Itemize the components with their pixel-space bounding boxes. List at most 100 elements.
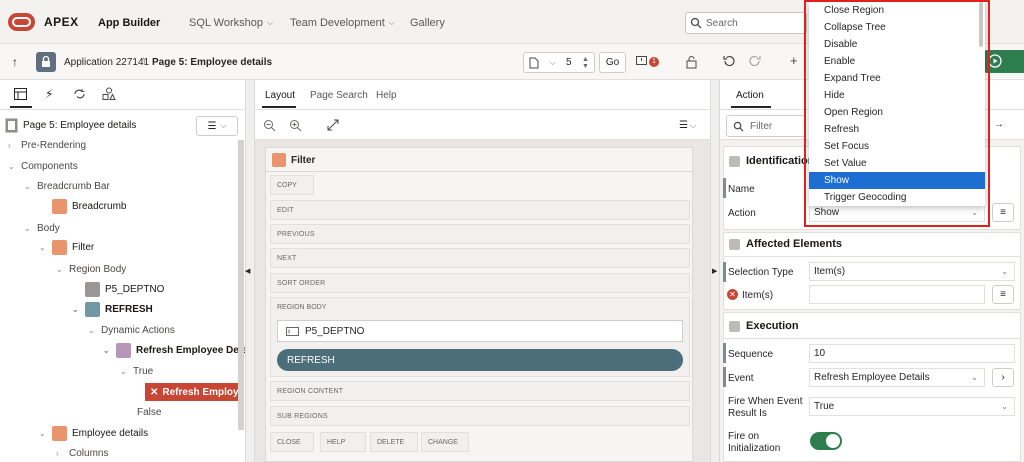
slot-previous[interactable]: PREVIOUS [270, 224, 690, 244]
arrow-up-icon[interactable]: ↑ [12, 55, 18, 69]
fire-when-select[interactable]: True ⌄ [809, 397, 1015, 416]
chevron-down-icon: ⌵ [266, 18, 274, 27]
chevron-down-icon: ⌄ [1001, 267, 1008, 276]
collapse-right-icon[interactable]: ▶ [712, 267, 717, 275]
tab-layout[interactable]: Layout [265, 90, 295, 101]
slot-delete[interactable]: DELETE [370, 432, 418, 452]
shared-components-icon[interactable] [102, 87, 116, 100]
chevron-down-icon[interactable]: ⌄ [88, 326, 96, 335]
chevron-down-icon[interactable]: ⌄ [24, 224, 32, 233]
property-filter-input[interactable]: Filter [726, 115, 806, 137]
tree-node-refresh-employee-details[interactable]: ⌄ Refresh Employee Details [103, 343, 259, 358]
zoom-in-icon[interactable] [289, 119, 302, 132]
stepper-icon[interactable]: ▲ ▼ [582, 56, 589, 70]
tree-node-body[interactable]: ⌄ Body [24, 223, 60, 234]
chevron-down-icon[interactable]: ⌄ [24, 182, 32, 191]
tree-node-breadcrumb[interactable]: Breadcrumb [52, 199, 126, 214]
zoom-out-icon[interactable] [263, 119, 276, 132]
slot-close[interactable]: CLOSE [270, 432, 314, 452]
create-button[interactable]: + [790, 53, 798, 68]
fire-on-initialization-toggle[interactable] [810, 432, 842, 450]
tree-node-columns[interactable]: › Columns [56, 448, 108, 459]
chevron-down-icon[interactable]: ⌄ [39, 429, 47, 438]
section-affected-header[interactable]: Affected Elements [729, 238, 842, 250]
action-options-button[interactable]: ≡ [992, 203, 1014, 222]
chevron-down-icon[interactable]: ⌄ [8, 162, 16, 171]
tree-node-true[interactable]: ⌄ True [120, 366, 153, 377]
chevron-down-icon[interactable]: ⌄ [72, 305, 80, 314]
apex-brand[interactable]: APEX [44, 15, 79, 29]
tree-node-breadcrumb-bar[interactable]: ⌄ Breadcrumb Bar [24, 181, 110, 192]
property-menu-icon[interactable]: → [994, 119, 1004, 130]
rendering-tab-icon[interactable] [14, 88, 27, 100]
collapse-checkbox[interactable] [729, 320, 740, 332]
collapse-left-icon[interactable]: ◀ [245, 267, 250, 275]
go-button[interactable]: Go [599, 52, 626, 73]
tree-node-components[interactable]: ⌄ Components [8, 161, 78, 172]
slot-next[interactable]: NEXT [270, 248, 690, 268]
event-go-button[interactable]: › [992, 368, 1014, 387]
tree-scrollbar[interactable] [238, 140, 244, 430]
page-selector[interactable]: ⌵ 5 ▲ ▼ [523, 52, 595, 73]
tree-node-false[interactable]: False [137, 407, 161, 418]
layout-menu-button[interactable]: ☰ ⌵ [679, 120, 696, 131]
tab-help[interactable]: Help [376, 90, 397, 101]
chevron-right-icon[interactable]: › [56, 449, 64, 458]
nav-sql-workshop[interactable]: SQL Workshop ⌵ [189, 17, 273, 29]
item-p5-deptno[interactable]: P5_DEPTNO [277, 320, 683, 342]
items-input[interactable] [809, 285, 985, 304]
expand-icon[interactable] [327, 119, 339, 131]
name-label: Name [728, 184, 755, 195]
tree-node-dynamic-actions[interactable]: ⌄ Dynamic Actions [88, 325, 175, 336]
tree-node-filter[interactable]: ⌄ Filter [39, 240, 94, 255]
tree-menu-button[interactable]: ☰ ⌵ [196, 116, 238, 136]
slot-sort-order[interactable]: SORT ORDER [270, 273, 690, 293]
section-execution-header[interactable]: Execution [729, 320, 799, 332]
lightning-icon[interactable]: ⚡︎ [45, 87, 53, 101]
slot-change[interactable]: CHANGE [421, 432, 469, 452]
chevron-down-icon: ⌵ [388, 18, 395, 27]
sequence-input[interactable]: 10 [809, 344, 1015, 363]
tab-action[interactable]: Action [736, 90, 764, 101]
tree-node-pre-rendering[interactable]: › Pre-Rendering [8, 140, 86, 151]
chevron-down-icon[interactable]: ⌄ [56, 265, 64, 274]
nav-app-builder[interactable]: App Builder [98, 17, 160, 29]
nav-gallery[interactable]: Gallery [410, 17, 445, 29]
processing-icon[interactable] [73, 88, 86, 100]
chevron-down-icon[interactable]: ⌄ [39, 243, 47, 252]
event-select[interactable]: Refresh Employee Details ⌄ [809, 368, 985, 387]
page-number-input[interactable]: 5 [566, 57, 572, 68]
chevron-down-icon[interactable]: ⌄ [103, 346, 111, 355]
breadcrumb-application[interactable]: Application 227141 [64, 57, 149, 68]
application-icon[interactable] [36, 52, 56, 72]
tree-label: Breadcrumb Bar [37, 181, 110, 192]
slot-edit[interactable]: EDIT [270, 200, 690, 220]
collapse-checkbox[interactable] [729, 155, 740, 167]
refresh-button[interactable]: REFRESH [277, 349, 683, 371]
slot-sub-regions[interactable]: SUB REGIONS [270, 406, 690, 426]
tree-node-employee-details[interactable]: ⌄ Employee details [39, 426, 148, 441]
chevron-down-icon[interactable]: ⌄ [120, 367, 128, 376]
section-identification-header[interactable]: Identification [729, 155, 814, 167]
undo-icon[interactable] [722, 54, 736, 68]
slot-help[interactable]: HELP [320, 432, 366, 452]
nav-team-development[interactable]: Team Development ⌵ [290, 17, 395, 29]
tree-node-p5-deptno[interactable]: P5_DEPTNO [85, 282, 164, 297]
tree-label: Refresh Employe [162, 386, 240, 398]
collapse-checkbox[interactable] [729, 238, 740, 250]
slot-copy[interactable]: COPY [270, 175, 314, 195]
slot-region-content[interactable]: REGION CONTENT [270, 381, 690, 401]
chevron-right-icon[interactable]: › [8, 141, 16, 150]
items-picker-button[interactable]: ≡ [992, 285, 1014, 304]
list-icon: ≡ [1000, 289, 1006, 300]
redo-icon[interactable] [748, 54, 762, 68]
unlock-icon[interactable] [685, 55, 699, 69]
tab-page-search[interactable]: Page Search [310, 90, 368, 101]
tree-node-refresh[interactable]: ⌄ REFRESH [72, 302, 153, 317]
tree-node-region-body[interactable]: ⌄ Region Body [56, 264, 126, 275]
issues-button[interactable]: 1 [636, 56, 659, 67]
save-and-run-button[interactable] [984, 50, 1024, 73]
selection-type-select[interactable]: Item(s) ⌄ [809, 262, 1015, 281]
tree-node-refresh-action-selected[interactable]: ✕ Refresh Employe [145, 383, 240, 401]
global-search-input[interactable]: Search [685, 12, 807, 34]
